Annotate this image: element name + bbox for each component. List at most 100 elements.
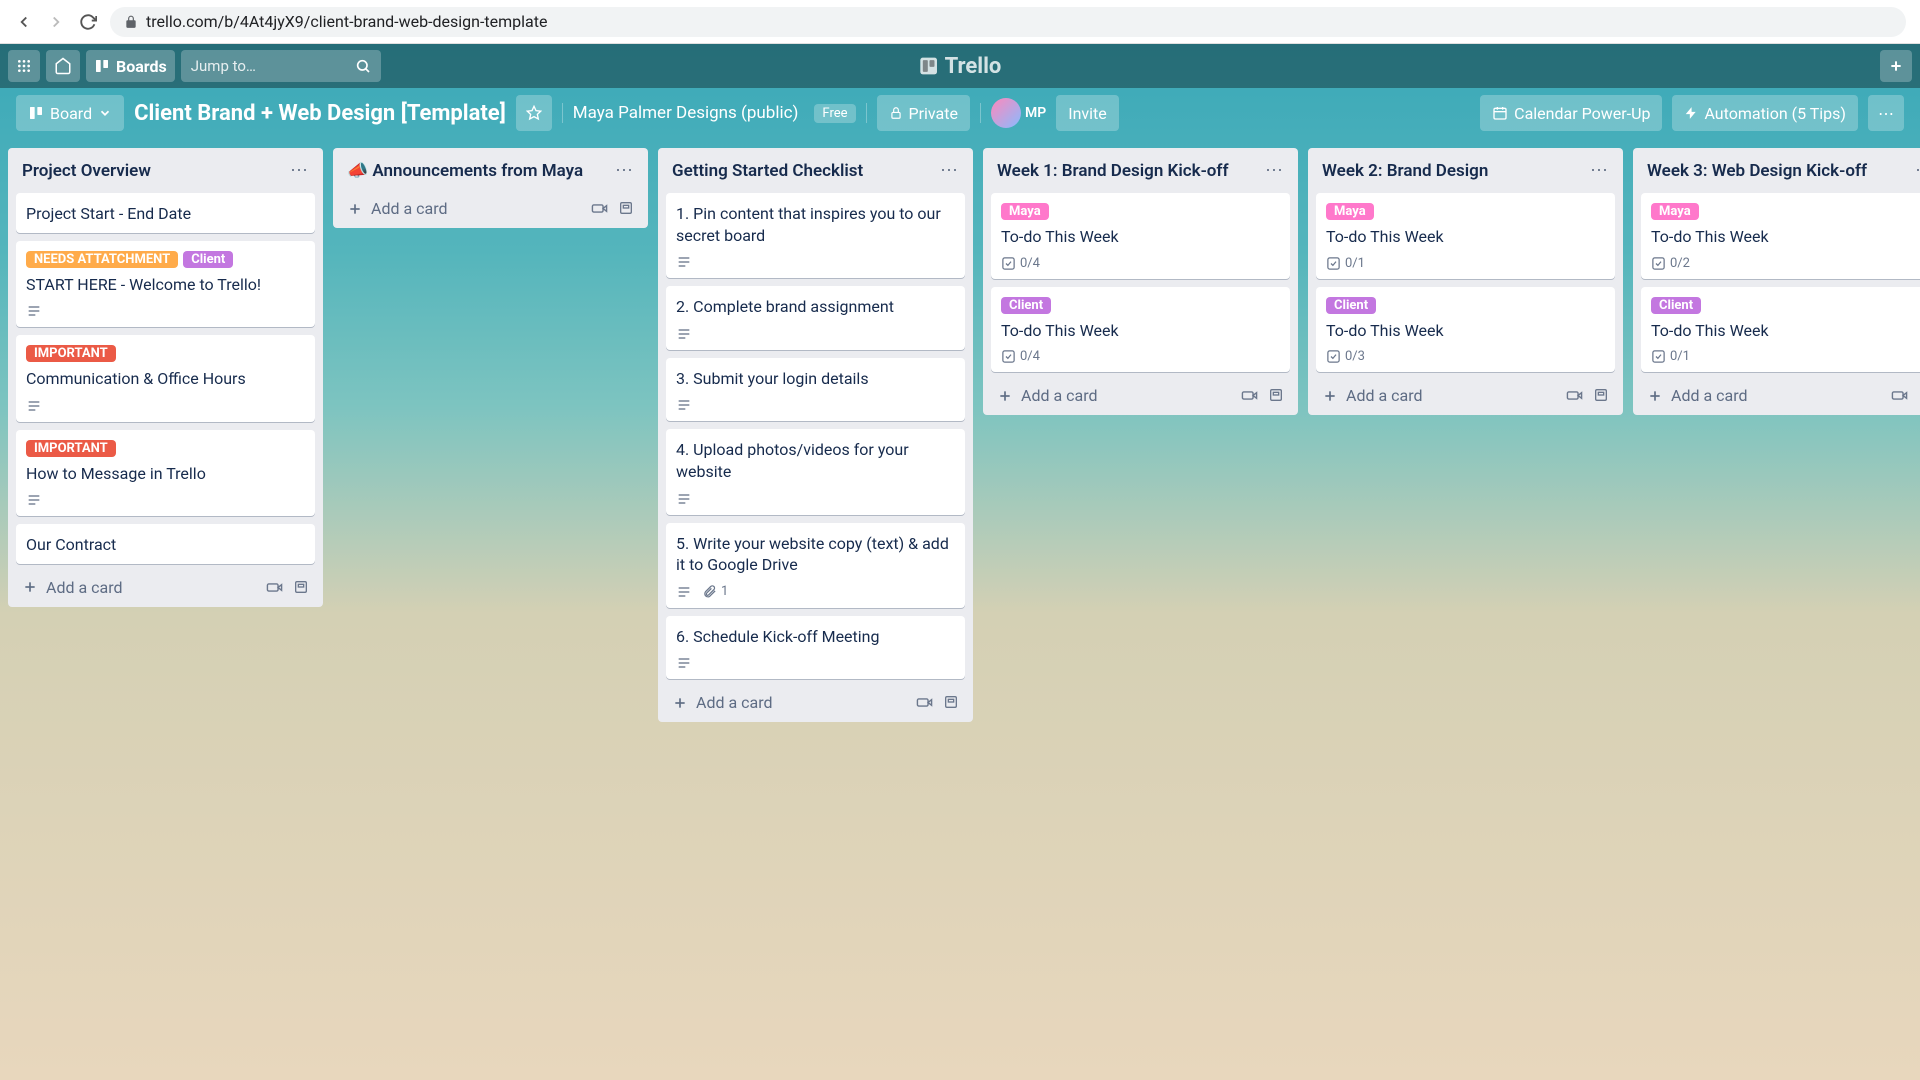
list-menu-button[interactable]: ⋯ [1590, 160, 1609, 181]
list-title[interactable]: Project Overview [22, 161, 151, 181]
add-card-button[interactable]: Add a card [22, 578, 123, 597]
plus-icon [672, 695, 688, 711]
list-menu-button[interactable]: ⋯ [1915, 160, 1920, 181]
template-icon[interactable] [1268, 387, 1284, 404]
forward-button[interactable] [46, 12, 66, 32]
card[interactable]: 2. Complete brand assignment [666, 286, 965, 350]
checklist-badge: 0/1 [1651, 349, 1690, 364]
card[interactable]: Maya To-do This Week 0/4 [991, 193, 1290, 279]
board-view-label: Board [50, 104, 92, 123]
card[interactable]: 5. Write your website copy (text) & add … [666, 523, 965, 608]
home-button[interactable] [46, 50, 80, 82]
card-title: 4. Upload photos/videos for your website [676, 439, 955, 482]
invite-button[interactable]: Invite [1056, 95, 1119, 131]
card-title: To-do This Week [1326, 226, 1605, 248]
plus-icon [1888, 58, 1904, 74]
card[interactable]: 1. Pin content that inspires you to our … [666, 193, 965, 278]
avatar [991, 98, 1021, 128]
invite-label: Invite [1068, 104, 1107, 123]
card-label[interactable]: Maya [1651, 203, 1699, 220]
template-icon[interactable] [943, 694, 959, 711]
board-title[interactable]: Client Brand + Web Design [Template] [134, 101, 506, 126]
divider [562, 103, 563, 123]
workspace-name[interactable]: Maya Palmer Designs (public) [573, 103, 799, 123]
list-title[interactable]: Week 3: Web Design Kick-off [1647, 161, 1867, 181]
list-menu-button[interactable]: ⋯ [940, 160, 959, 181]
list-menu-button[interactable]: ⋯ [615, 160, 634, 181]
list-title[interactable]: 📣 Announcements from Maya [347, 161, 583, 181]
card-label[interactable]: Client [1326, 297, 1376, 314]
card-title: 3. Submit your login details [676, 368, 955, 390]
card[interactable]: 6. Schedule Kick-off Meeting [666, 616, 965, 680]
list-menu-button[interactable]: ⋯ [290, 160, 309, 181]
card-label[interactable]: IMPORTANT [26, 440, 116, 457]
card[interactable]: IMPORTANT How to Message in Trello [16, 430, 315, 517]
video-icon[interactable] [1241, 387, 1258, 404]
plus-icon [1322, 388, 1338, 404]
apps-menu-button[interactable] [8, 50, 40, 82]
checklist-badge: 0/2 [1651, 256, 1690, 271]
card[interactable]: 4. Upload photos/videos for your website [666, 429, 965, 514]
calendar-powerup-button[interactable]: Calendar Power-Up [1480, 95, 1662, 131]
boards-icon [94, 58, 110, 74]
description-icon [676, 655, 692, 671]
add-card-button[interactable]: Add a card [997, 386, 1098, 405]
card-label[interactable]: Maya [1326, 203, 1374, 220]
free-badge: Free [814, 104, 855, 123]
card-label[interactable]: Client [1651, 297, 1701, 314]
add-card-button[interactable]: Add a card [1322, 386, 1423, 405]
card[interactable]: NEEDS ATTATCHMENTClient START HERE - Wel… [16, 241, 315, 328]
bolt-icon [1684, 106, 1698, 120]
back-button[interactable] [14, 12, 34, 32]
video-icon[interactable] [266, 579, 283, 596]
list-title[interactable]: Getting Started Checklist [672, 161, 863, 181]
video-icon[interactable] [916, 694, 933, 711]
address-bar[interactable]: trello.com/b/4At4jyX9/client-brand-web-d… [110, 7, 1906, 37]
video-icon[interactable] [1566, 387, 1583, 404]
add-card-button[interactable]: Add a card [1647, 386, 1748, 405]
boards-button[interactable]: Boards [86, 50, 175, 82]
card-label[interactable]: Maya [1001, 203, 1049, 220]
card[interactable]: Project Start - End Date [16, 193, 315, 233]
card-label[interactable]: Client [183, 251, 233, 268]
visibility-button[interactable]: Private [877, 95, 970, 131]
list-title[interactable]: Week 1: Brand Design Kick-off [997, 161, 1229, 181]
card[interactable]: 3. Submit your login details [666, 358, 965, 422]
card-title: Communication & Office Hours [26, 368, 305, 390]
card-title: 2. Complete brand assignment [676, 296, 955, 318]
card[interactable]: Client To-do This Week 0/3 [1316, 287, 1615, 373]
lock-icon [124, 15, 138, 29]
video-icon[interactable] [591, 200, 608, 217]
card[interactable]: Client To-do This Week 0/1 [1641, 287, 1920, 373]
video-icon[interactable] [1891, 387, 1908, 404]
template-icon[interactable] [618, 200, 634, 217]
card-label[interactable]: IMPORTANT [26, 345, 116, 362]
description-icon [676, 397, 692, 413]
create-button[interactable] [1880, 50, 1912, 82]
star-button[interactable] [516, 95, 552, 131]
logo-text: Trello [945, 54, 1002, 79]
reload-button[interactable] [78, 12, 98, 32]
search-box[interactable] [181, 50, 381, 82]
board-view-button[interactable]: Board [16, 95, 124, 131]
template-icon[interactable] [293, 579, 309, 596]
card-label[interactable]: Client [1001, 297, 1051, 314]
board-canvas[interactable]: Project Overview ⋯ Project Start - End D… [0, 138, 1920, 1080]
search-input[interactable] [191, 57, 371, 75]
card[interactable]: Our Contract [16, 524, 315, 564]
card-label[interactable]: NEEDS ATTATCHMENT [26, 251, 178, 268]
add-card-button[interactable]: Add a card [672, 693, 773, 712]
list-menu-button[interactable]: ⋯ [1265, 160, 1284, 181]
card[interactable]: IMPORTANT Communication & Office Hours [16, 335, 315, 422]
template-icon[interactable] [1593, 387, 1609, 404]
card[interactable]: Maya To-do This Week 0/1 [1316, 193, 1615, 279]
add-card-button[interactable]: Add a card [347, 199, 448, 218]
list-title[interactable]: Week 2: Brand Design [1322, 161, 1488, 181]
card[interactable]: Client To-do This Week 0/4 [991, 287, 1290, 373]
board-icon [28, 105, 44, 121]
card[interactable]: Maya To-do This Week 0/2 [1641, 193, 1920, 279]
trello-logo[interactable]: Trello [919, 54, 1002, 79]
automation-button[interactable]: Automation (5 Tips) [1672, 95, 1858, 131]
board-menu-button[interactable]: ⋯ [1868, 95, 1904, 131]
member-chip[interactable]: MP [991, 98, 1046, 128]
